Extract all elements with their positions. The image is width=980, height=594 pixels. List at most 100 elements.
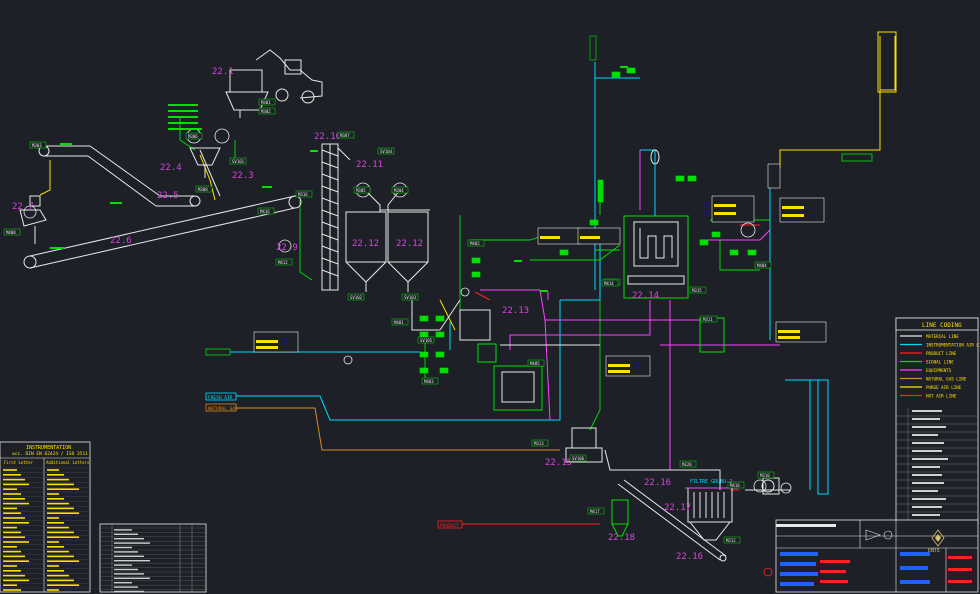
line-coding-legend: LINE CODING MATERIAL LINE INSTRUMENTATION…: [895, 317, 980, 525]
process-tag: 22.5: [157, 191, 179, 201]
equipment-tag: M306: [188, 134, 198, 139]
row-text-mark: [3, 474, 21, 476]
stream-label-natural-gas: NATURAL GAS: [205, 403, 238, 412]
fresh-air-label: FRESH AIR: [208, 395, 233, 401]
row-text-mark: [47, 493, 59, 495]
legend-item-label: HOT AIR LINE: [926, 393, 957, 398]
legend-item-label: SIGNAL LINE: [926, 359, 954, 364]
row-text-mark: [3, 483, 29, 486]
row-text-mark: [3, 589, 21, 591]
row-text-mark: [114, 555, 144, 557]
equipment-tag: M304: [394, 188, 404, 193]
equipment-tag: M403: [424, 379, 434, 384]
stack-top-right: [877, 31, 897, 93]
equipment-tag: SV101: [232, 159, 245, 164]
natural-gas-label: NATURAL GAS: [208, 406, 238, 412]
row-text-mark: [3, 565, 17, 567]
equipment-tag: M307: [340, 133, 350, 138]
row-text-mark: [47, 502, 69, 505]
filtre-grubu-2: [685, 487, 738, 541]
row-text-mark: [47, 546, 64, 548]
row-text-mark: [3, 488, 17, 490]
row-text-mark: [47, 512, 79, 514]
row-text-mark: [114, 577, 150, 579]
equipment-tag: M412: [278, 260, 288, 265]
parts-list-table: [99, 523, 207, 593]
equipment-tag: SV106: [572, 456, 585, 461]
row-text-mark: [114, 538, 144, 540]
instrumentation-title: INSTRUMENTATION: [26, 445, 71, 451]
row-text-mark: [3, 512, 21, 514]
row-text-mark: [114, 529, 132, 531]
motor-symbols: [23, 128, 792, 494]
row-text-mark: [3, 522, 29, 524]
equipment-tag: M311: [703, 317, 713, 322]
equipment-tag: SV103: [404, 295, 417, 300]
row-text-mark: [47, 483, 74, 486]
instrumentation-col2: Additional Letters: [46, 460, 90, 465]
process-tags: 22.1 22.10 22.11 22.4 22.3 22.5 22.7 22.…: [12, 67, 703, 562]
process-tag: 22.14: [632, 291, 659, 301]
equipment-tag: M302: [261, 109, 271, 114]
equipment-tag: M313: [534, 441, 544, 446]
stream-label-product: PRODUCT: [437, 520, 463, 529]
equipment-tag: M316: [298, 192, 308, 197]
equipment-tag: M301: [261, 100, 271, 105]
row-text-mark: [114, 533, 138, 535]
row-text-mark: [114, 546, 132, 549]
row-text-mark: [47, 474, 64, 476]
row-text-mark: [47, 555, 74, 558]
row-text-mark: [3, 546, 17, 548]
equipment-tag: M320: [682, 462, 692, 467]
row-text-mark: [114, 568, 138, 571]
legend-item-label: PURGE AIR LINE: [926, 385, 962, 390]
process-tag: 22.12: [396, 239, 423, 249]
row-text-mark: [3, 498, 25, 500]
process-tag: 22.4: [160, 163, 182, 173]
row-text-mark: [114, 573, 144, 575]
purge-air-lines: [39, 36, 896, 331]
row-text-mark: [3, 560, 29, 562]
inlet-tag-left: [205, 348, 231, 356]
row-text-mark: [47, 469, 59, 471]
equipment-tag: M303: [32, 143, 42, 148]
row-text-mark: [47, 589, 59, 591]
equipment-tag: M405: [530, 361, 540, 366]
equipment-tag: M315: [692, 288, 702, 293]
row-text-mark: [3, 478, 25, 481]
process-tag: 22.18: [608, 533, 635, 543]
instrumentation-col1: First Letter: [4, 460, 33, 465]
process-tag: 22.7: [12, 202, 34, 212]
row-text-mark: [3, 526, 17, 529]
equipment-tag: M308: [198, 187, 208, 192]
valve-cluster-center: [419, 35, 757, 374]
instrumentation-table: INSTRUMENTATION acc. DIN EN 62424 / ISO …: [0, 441, 91, 593]
equipment-tag: M305: [356, 188, 366, 193]
equipment-tag: M310: [760, 473, 770, 478]
equipment-tag: M417: [590, 509, 600, 514]
equipment-tag: SV105: [420, 338, 433, 343]
legend-item-label: EQUIPMENTS: [926, 368, 952, 373]
row-text-mark: [3, 541, 29, 543]
row-text-mark: [3, 570, 21, 572]
row-text-mark: [3, 555, 25, 558]
row-text-mark: [3, 579, 29, 582]
row-text-mark: [47, 584, 79, 586]
process-tag: 22.10: [314, 132, 341, 142]
cyclone-22.18: [611, 499, 629, 537]
row-text-mark: [3, 584, 17, 586]
row-text-mark: [47, 488, 79, 490]
equipment-tag: M404: [757, 263, 767, 268]
row-text-mark: [3, 469, 17, 471]
row-text-mark: [47, 517, 59, 519]
row-text-mark: [47, 536, 79, 538]
legend-item-label: INSTRUMENTATION AIR LINE: [926, 342, 980, 347]
row-text-mark: [3, 493, 21, 495]
equipment-tag: M402: [470, 241, 480, 246]
product-label: PRODUCT: [440, 523, 459, 529]
legend-item-label: PRODUCT LINE: [926, 351, 957, 356]
row-text-mark: [47, 570, 64, 572]
process-tag: 22.15: [545, 458, 572, 468]
row-text-mark: [47, 550, 69, 553]
pid-diagram-canvas: FRESH AIR NATURAL GAS PRODUCT 22.1 22.10…: [0, 31, 980, 593]
